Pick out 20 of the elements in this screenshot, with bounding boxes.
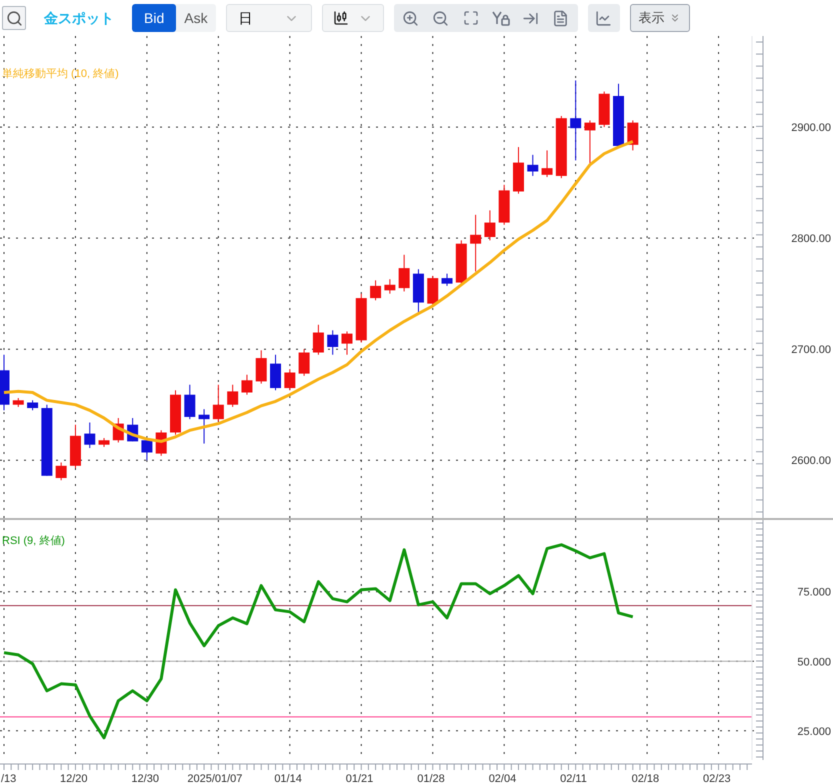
axis-tick-label: 50.000 [797, 656, 831, 668]
axis-tick-label: 2600.00 [791, 455, 831, 468]
axis-tick-label: 2700.00 [791, 344, 831, 356]
axis-tick-label: 01/14 [274, 773, 302, 784]
axis-tick-label: 25.000 [797, 726, 831, 738]
axis-tick-label: 12/30 [131, 773, 159, 784]
axis-tick-label: 02/11 [560, 773, 587, 784]
axis-tick-label: 02/23 [703, 773, 731, 784]
axis-tick-label: 01/21 [346, 773, 374, 784]
axis-tick-label: 12/20 [60, 773, 88, 784]
axis-tick-label: 02/04 [488, 773, 516, 784]
axis-tick-label: 02/18 [632, 773, 660, 784]
axis-tick-label: 2025/01/07 [187, 773, 242, 784]
legend-label: RSI (9, 終値) [2, 534, 65, 549]
axis-tick-label: /13 [1, 773, 16, 784]
axis-tick-label: 75.000 [797, 586, 831, 599]
axis-tick-label: 2900.00 [791, 122, 831, 134]
axis-tick-label: 2800.00 [791, 233, 831, 246]
legend-label: 単純移動平均 (10, 終値) [2, 67, 119, 82]
axis-tick-label: 01/28 [417, 773, 445, 784]
